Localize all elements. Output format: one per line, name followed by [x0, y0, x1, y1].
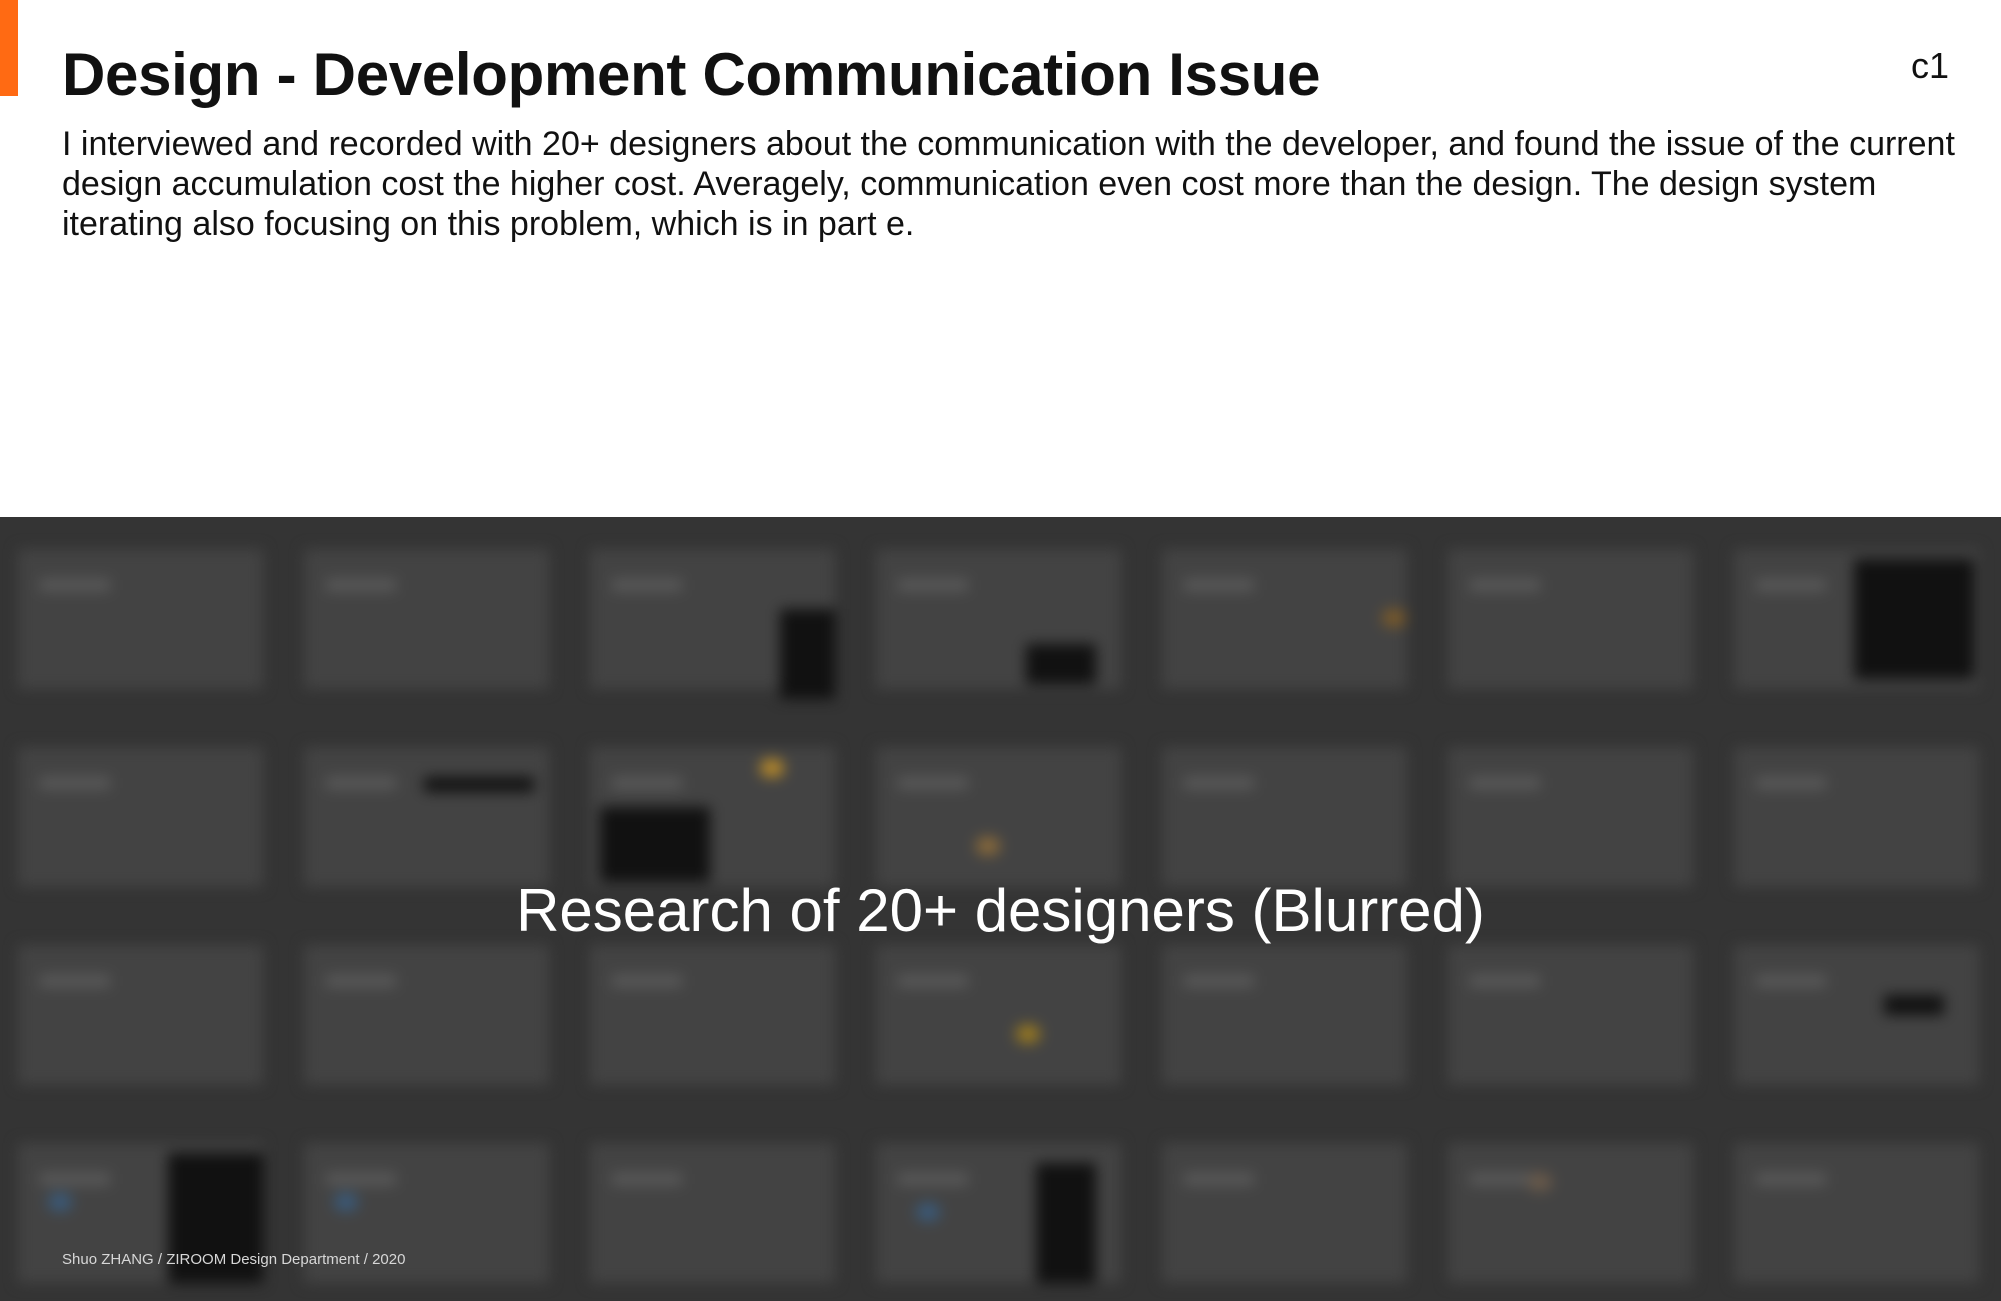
research-thumbnail — [304, 549, 549, 689]
research-image-panel: Research of 20+ designers (Blurred) Shuo… — [0, 517, 2001, 1301]
research-thumbnail — [18, 747, 263, 887]
thumbnail-header-bar — [40, 1173, 110, 1185]
research-thumbnail — [590, 747, 835, 887]
thumbnail-header-bar — [1756, 975, 1826, 987]
research-thumbnail — [590, 1143, 835, 1283]
research-caption: Research of 20+ designers (Blurred) — [516, 877, 1485, 944]
research-thumbnail — [1734, 549, 1979, 689]
footer-credit: Shuo ZHANG / ZIROOM Design Department / … — [62, 1251, 406, 1268]
thumbnail-header-bar — [1184, 777, 1254, 789]
thumbnail-header-bar — [40, 579, 110, 591]
thumbnail-header-bar — [326, 975, 396, 987]
thumbnail-header-bar — [612, 777, 682, 789]
thumbnail-header-bar — [326, 579, 396, 591]
thumbnail-dark-block — [1854, 559, 1974, 679]
research-thumbnail — [590, 945, 835, 1085]
research-thumbnail — [304, 747, 549, 887]
thumbnail-header-bar — [1470, 579, 1540, 591]
thumbnail-dark-block — [600, 807, 710, 882]
thumbnail-dark-block — [1884, 995, 1944, 1015]
thumbnail-header-bar — [1184, 579, 1254, 591]
thumbnail-header-bar — [326, 1173, 396, 1185]
thumbnail-header-bar — [898, 975, 968, 987]
thumbnail-dark-block — [1036, 1163, 1096, 1283]
thumbnail-color-spot — [1528, 1173, 1552, 1191]
research-thumbnail — [18, 549, 263, 689]
thumbnail-header-bar — [1470, 975, 1540, 987]
thumbnail-header-bar — [40, 975, 110, 987]
thumbnail-color-spot — [48, 1193, 72, 1211]
research-thumbnail — [1448, 747, 1693, 887]
accent-bar — [0, 0, 18, 96]
thumbnail-header-bar — [1756, 777, 1826, 789]
page-code: c1 — [1910, 45, 1949, 86]
thumbnail-color-spot — [916, 1203, 940, 1221]
research-thumbnail — [1448, 945, 1693, 1085]
research-thumbnail — [876, 945, 1121, 1085]
thumbnail-header-bar — [1756, 1173, 1826, 1185]
thumbnail-color-spot — [334, 1193, 358, 1211]
thumbnail-color-spot — [976, 837, 1000, 855]
thumbnail-header-bar — [1184, 975, 1254, 987]
research-thumbnail — [876, 549, 1121, 689]
research-thumbnail — [304, 945, 549, 1085]
research-thumbnail — [876, 747, 1121, 887]
research-thumbnail — [1448, 1143, 1693, 1283]
thumbnail-color-spot — [1016, 1025, 1040, 1043]
thumbnail-header-bar — [326, 777, 396, 789]
thumbnail-header-bar — [1756, 579, 1826, 591]
thumbnail-header-bar — [612, 579, 682, 591]
thumbnail-header-bar — [898, 1173, 968, 1185]
thumbnail-header-bar — [40, 777, 110, 789]
research-thumbnail — [590, 549, 835, 699]
thumbnail-header-bar — [898, 579, 968, 591]
research-thumbnail — [1734, 1143, 1979, 1283]
research-thumbnail — [1162, 747, 1407, 887]
research-thumbnail — [1734, 945, 1979, 1085]
thumbnail-dark-block — [780, 609, 835, 699]
thumbnail-color-spot — [760, 759, 784, 777]
research-thumbnail — [1162, 1143, 1407, 1283]
research-thumbnail — [1448, 549, 1693, 689]
thumbnail-dark-block — [424, 777, 534, 792]
thumbnail-header-bar — [1470, 777, 1540, 789]
thumbnail-header-bar — [612, 1173, 682, 1185]
research-thumbnail — [1162, 549, 1407, 689]
research-thumbnail — [876, 1143, 1121, 1283]
thumbnail-header-bar — [612, 975, 682, 987]
research-thumbnail — [1162, 945, 1407, 1085]
research-thumbnail — [18, 945, 263, 1085]
thumbnail-dark-block — [1026, 644, 1096, 684]
research-thumbnail — [1734, 747, 1979, 887]
thumbnail-color-spot — [1382, 609, 1406, 627]
page-title: Design - Development Communication Issue — [62, 41, 1321, 108]
thumbnail-header-bar — [1184, 1173, 1254, 1185]
intro-paragraph: I interviewed and recorded with 20+ desi… — [62, 125, 1955, 243]
thumbnail-header-bar — [898, 777, 968, 789]
